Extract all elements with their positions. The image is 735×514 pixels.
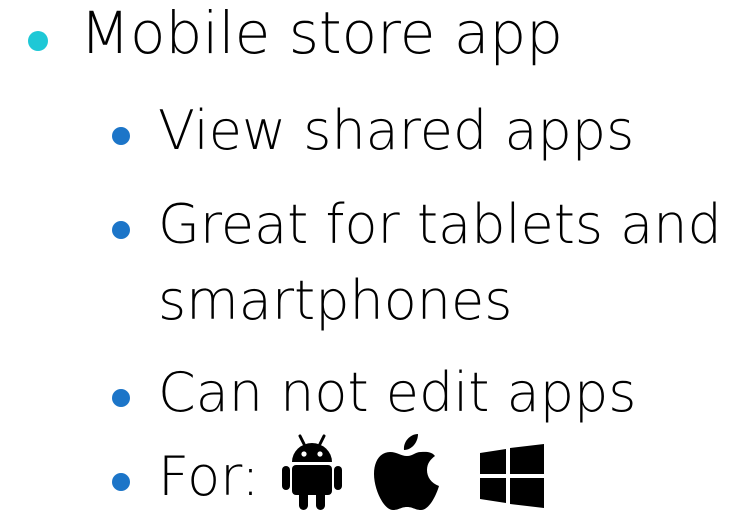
bullet-text: Mobile store app bbox=[80, 0, 564, 67]
bullet-text: For: bbox=[158, 445, 260, 508]
bullet-dot bbox=[112, 389, 130, 407]
windows-icon bbox=[480, 444, 544, 508]
bullet-dot bbox=[112, 473, 130, 491]
apple-icon bbox=[374, 434, 439, 510]
slide: { "items": [ {"label": "Mobile store app… bbox=[0, 0, 735, 512]
bullet-item-mobile-store-app: Mobile store app bbox=[0, 4, 735, 74]
bullet-dot bbox=[112, 221, 130, 239]
bullet-text: View shared apps bbox=[158, 99, 635, 162]
bullet-item-for: For: bbox=[0, 450, 260, 514]
bullet-continuation-smartphones: smartphones bbox=[0, 274, 735, 338]
bullet-item-view-shared-apps: View shared apps bbox=[0, 104, 735, 168]
bullet-text: smartphones bbox=[158, 269, 513, 332]
bullet-dot bbox=[28, 31, 48, 51]
bullet-item-can-not-edit: Can not edit apps bbox=[0, 366, 735, 430]
bullet-item-great-for-tablets: Great for tablets and bbox=[0, 198, 735, 262]
android-icon bbox=[282, 434, 342, 510]
bullet-dot bbox=[112, 127, 130, 145]
bullet-text: Can not edit apps bbox=[158, 361, 637, 424]
platform-icons bbox=[262, 430, 562, 514]
bullet-text: Great for tablets and bbox=[158, 193, 722, 256]
